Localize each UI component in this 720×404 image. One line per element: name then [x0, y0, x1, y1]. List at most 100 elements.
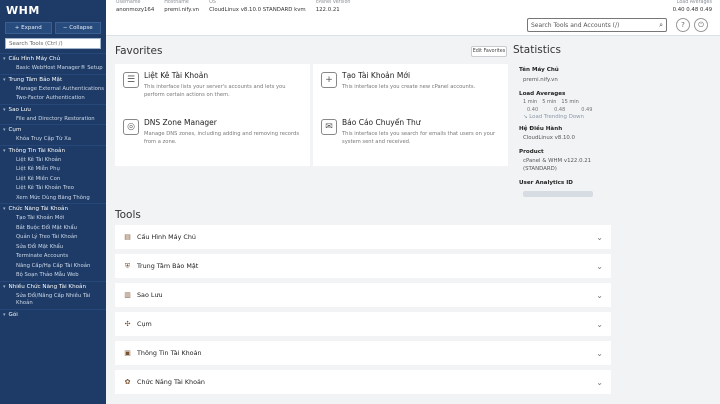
load-trend-text: Load Trending Down: [529, 114, 584, 120]
sidebar-item[interactable]: Sửa Đổi Mật Khẩu: [0, 243, 106, 253]
account-functions-icon: ✿: [124, 378, 131, 386]
trend-down-icon: ↘: [523, 114, 528, 120]
server-info-field: Username anonmozy164: [116, 0, 154, 14]
sidebar: WHM + Expand − Collapse Search Tools (Ct…: [0, 0, 106, 404]
os-label: Hệ Điều Hành: [519, 126, 563, 132]
sidebar-item[interactable]: Nâng Cấp/Hạ Cấp Tài Khoản: [0, 262, 106, 272]
sidebar-category[interactable]: ▾ Cụm: [0, 124, 106, 135]
sidebar-item[interactable]: Liệt Kê Tài Khoản Treo: [0, 184, 106, 194]
sidebar-category-label: Cấu Hình Máy Chủ: [8, 56, 61, 62]
plus-icon: +: [321, 72, 337, 88]
server-info-value: CloudLinux v8.10.0 STANDARD kvm: [209, 7, 306, 13]
favorite-card[interactable]: ◎ DNS Zone Manager Manage DNS zones, inclu…: [115, 111, 310, 166]
chevron-down-icon: ▾: [3, 106, 6, 113]
top-search-input[interactable]: Search Tools and Accounts (/) ⌕: [527, 18, 667, 32]
server-info-field: cPanel Version 122.0.21: [316, 0, 351, 14]
sidebar-item[interactable]: Basic WebHost Manager® Setup: [0, 64, 106, 74]
server-info-field: OS CloudLinux v8.10.0 STANDARD kvm: [209, 0, 306, 14]
product-value: cPanel & WHM v122.0.21 (STANDARD): [523, 158, 592, 172]
analytics-label: User Analytics ID: [519, 180, 573, 186]
edit-favorites-button[interactable]: Edit Favorites: [471, 46, 507, 57]
sidebar-item[interactable]: Bắt Buộc Đổi Mật Khẩu: [0, 224, 106, 234]
backup-icon: ▥: [124, 291, 131, 299]
statistics-panel: Statistics Tên Máy Chủ premi.nify.vn Loa…: [513, 37, 720, 404]
sidebar-item[interactable]: Terminate Accounts: [0, 252, 106, 262]
favorite-card-desc: This interface lets you create new cPane…: [342, 84, 476, 90]
sidebar-category[interactable]: ▾ Chức Năng Tài Khoản: [0, 203, 106, 214]
sidebar-category[interactable]: ▾ Cấu Hình Máy Chủ: [0, 53, 106, 64]
chevron-down-icon: ▾: [3, 127, 6, 133]
sidebar-item[interactable]: Xem Mức Dùng Băng Thông: [0, 194, 106, 204]
tools-title: Tools: [115, 209, 141, 221]
load-header-1: 1 min: [523, 99, 538, 105]
sidebar-category-label: Chức Năng Tài Khoản: [8, 206, 68, 212]
sidebar-item[interactable]: Liệt Kê Tài Khoản: [0, 156, 106, 166]
favorite-card-title: Tạo Tài Khoản Mới: [342, 71, 411, 80]
server-value: premi.nify.vn: [523, 77, 558, 83]
sidebar-search-input[interactable]: Search Tools (Ctrl /): [5, 38, 101, 49]
topbar-load-values: 0.40 0.48 0.49: [672, 7, 712, 13]
sidebar-item[interactable]: Tạo Tài Khoản Mới: [0, 214, 106, 224]
load-trend: ↘ Load Trending Down: [523, 114, 584, 122]
help-icon[interactable]: ?: [676, 18, 690, 32]
os-value: CloudLinux v8.10.0: [523, 135, 575, 141]
sidebar-category-label: Gói: [8, 311, 18, 318]
topbar-load: Load Averages 0.40 0.48 0.49: [673, 0, 712, 14]
expand-button[interactable]: + Expand: [5, 22, 52, 34]
chevron-down-icon: ▾: [3, 76, 6, 83]
favorite-card-title: Liệt Kê Tài Khoản: [144, 71, 209, 80]
top-bar: Username anonmozy164 Hostname premi.nify.vn…: [106, 0, 720, 36]
favorite-card-desc: This interface lets you search for email…: [342, 131, 496, 145]
sidebar-category[interactable]: ▾ Nhiều Chức Năng Tài Khoản: [0, 280, 106, 292]
load-headers: 1 min 5 min 15 min: [523, 99, 579, 105]
sidebar-item[interactable]: Khóa Truy Cập Từ Xa: [0, 135, 106, 145]
sidebar-category-label: Thông Tin Tài Khoản: [8, 147, 66, 154]
sidebar-category[interactable]: ▾ Trung Tâm Bảo Mật: [0, 73, 106, 85]
chevron-down-icon: ▾: [3, 206, 6, 212]
server-info: Username anonmozy164 Hostname premi.nify.vn…: [116, 0, 350, 14]
sidebar-nav: ▾ Cấu Hình Máy Chủ Basic WebHost Manager® …: [0, 53, 106, 320]
sidebar-item[interactable]: Liệt Kê Miễn Phụ: [0, 165, 106, 175]
whm-logo[interactable]: WHM: [0, 0, 106, 22]
analytics-id-blurred: [523, 191, 593, 197]
load-value-15: 0.49: [581, 107, 593, 113]
power-icon[interactable]: ⏻: [694, 18, 708, 32]
chevron-down-icon: ▾: [3, 147, 6, 154]
account-info-icon: ▣: [124, 349, 131, 357]
load-value-1: 0.40: [527, 107, 539, 113]
sidebar-item[interactable]: Quản Lý Treo Tài Khoản: [0, 233, 106, 243]
sidebar-item[interactable]: Bộ Soạn Thảo Mẫu Web: [0, 271, 106, 281]
sidebar-category[interactable]: ▾ Gói: [0, 308, 106, 320]
sidebar-item[interactable]: Manage External Authentications: [0, 85, 106, 95]
chevron-down-icon: ▾: [3, 283, 6, 290]
sidebar-category[interactable]: ▾ Thông Tin Tài Khoản: [0, 144, 106, 156]
sidebar-category[interactable]: ▾ Sao Lưu: [0, 103, 106, 115]
sidebar-category-label: Trung Tâm Bảo Mật: [8, 76, 63, 83]
dns-icon: ◎: [123, 119, 139, 135]
load-averages-label: Load Averages: [519, 91, 566, 97]
server-icon: ▤: [124, 233, 131, 241]
favorite-card-title: Báo Cáo Chuyển Thư: [342, 118, 421, 127]
load-header-5: 5 min: [542, 99, 557, 105]
server-label: Tên Máy Chủ: [519, 67, 559, 73]
sidebar-item[interactable]: File and Directory Restoration: [0, 115, 106, 125]
sidebar-category-label: Cụm: [8, 127, 22, 133]
sidebar-item[interactable]: Liệt Kê Miền Con: [0, 175, 106, 185]
load-value-5: 0.48: [554, 107, 566, 113]
sidebar-category-label: Sao Lưu: [8, 106, 31, 113]
server-info-field: Hostname premi.nify.vn: [164, 0, 199, 14]
server-info-value: anonmozy164: [116, 7, 155, 13]
sidebar-item[interactable]: Two-Factor Authentication: [0, 94, 106, 104]
sidebar-item[interactable]: Sửa Đổi/Nâng Cấp Nhiều Tài Khoản: [0, 292, 106, 309]
chevron-down-icon: ▾: [3, 56, 6, 62]
load-values: 0.40 0.48 0.49: [527, 107, 592, 113]
chevron-down-icon: ▾: [3, 311, 6, 318]
favorite-card-desc: This interface lists your server's accou…: [144, 84, 286, 98]
search-icon[interactable]: ⌕: [659, 21, 663, 30]
favorite-card-desc: Manage DNS zones, including adding and r…: [144, 131, 300, 145]
collapse-button[interactable]: − Collapse: [54, 22, 101, 34]
shield-icon: ⛨: [124, 261, 131, 270]
mail-report-icon: ✉: [321, 119, 337, 135]
favorite-card[interactable]: ✉ Báo Cáo Chuyển Thư This interface lets y…: [313, 111, 508, 166]
list-icon: ☰: [123, 72, 139, 88]
